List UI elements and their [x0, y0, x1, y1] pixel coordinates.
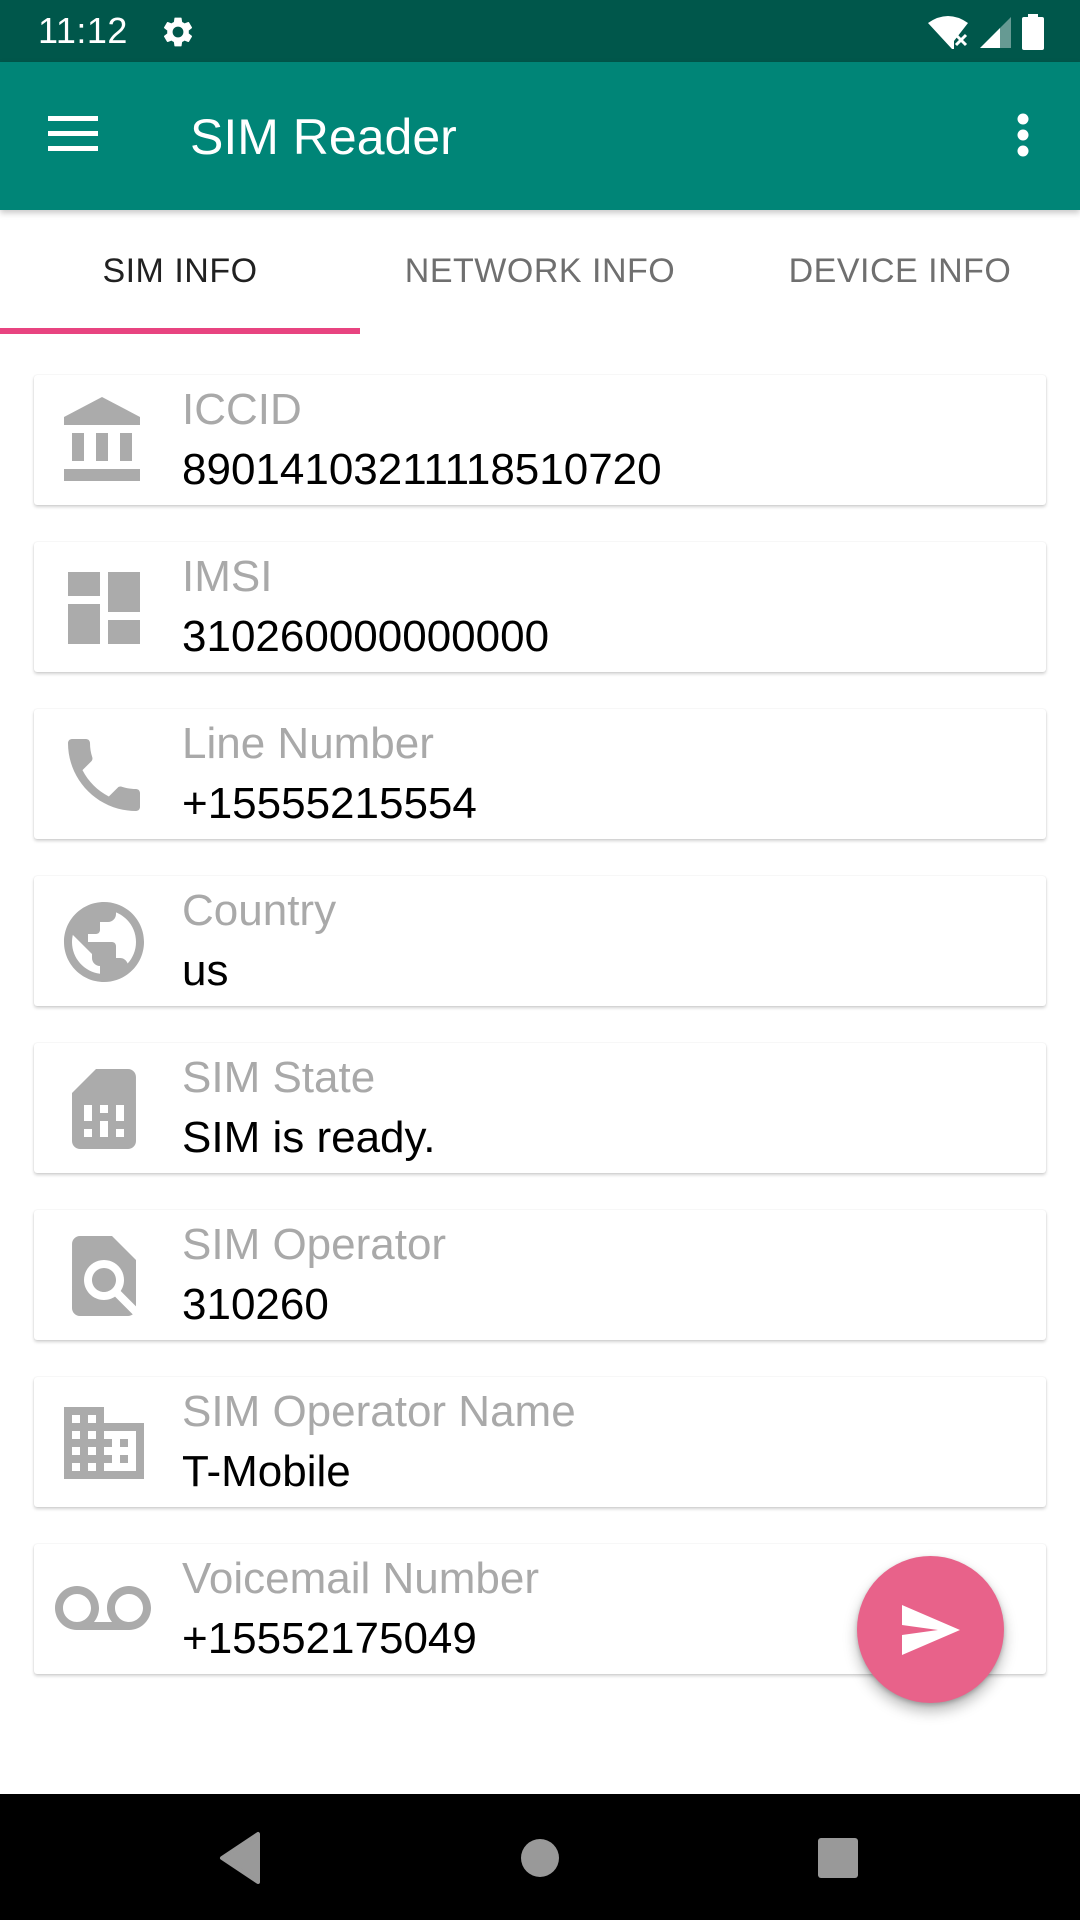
hamburger-menu-icon[interactable] — [48, 114, 98, 154]
card-label: Line Number — [182, 719, 434, 768]
card-value: +15552175049 — [182, 1614, 477, 1663]
back-nav-icon[interactable] — [210, 1830, 270, 1886]
more-vert-icon[interactable] — [1008, 112, 1038, 162]
card-value: 89014103211118510720 — [182, 445, 662, 494]
status-bar: 11:12 — [0, 0, 1080, 62]
send-icon — [901, 1604, 960, 1655]
app-bar: SIM Reader — [0, 62, 1080, 210]
recents-nav-icon[interactable] — [808, 1830, 868, 1886]
tab-network-info[interactable]: NETWORK INFO — [360, 210, 720, 334]
card-label: ICCID — [182, 385, 302, 434]
card-label: Country — [182, 886, 337, 935]
card-sim-state[interactable]: SIM State SIM is ready. — [34, 1043, 1046, 1173]
business-icon — [64, 1407, 144, 1479]
tab-device-info[interactable]: DEVICE INFO — [720, 210, 1080, 334]
app-title: SIM Reader — [190, 109, 457, 165]
battery-icon — [1022, 14, 1044, 50]
home-nav-icon[interactable] — [510, 1830, 570, 1886]
globe-icon — [64, 902, 144, 982]
card-label: SIM Operator Name — [182, 1387, 576, 1436]
system-nav-bar — [0, 1794, 1080, 1920]
status-time: 11:12 — [38, 10, 128, 51]
bank-icon — [64, 397, 140, 481]
cell-signal-icon — [980, 17, 1011, 48]
find-in-page-icon — [72, 1236, 136, 1316]
card-value: us — [182, 946, 229, 995]
voicemail-icon — [55, 1586, 151, 1630]
card-sim-operator[interactable]: SIM Operator 310260 — [34, 1210, 1046, 1340]
sim-card-icon — [72, 1069, 136, 1149]
card-label: SIM State — [182, 1053, 376, 1102]
card-label: Voicemail Number — [182, 1554, 540, 1603]
card-value: 310260 — [182, 1280, 329, 1329]
tab-sim-info[interactable]: SIM INFO — [0, 210, 360, 334]
phone-icon — [68, 739, 140, 811]
card-label: SIM Operator — [182, 1220, 447, 1269]
settings-gear-icon — [163, 17, 193, 47]
card-line-number[interactable]: Line Number +15555215554 — [34, 709, 1046, 839]
card-country[interactable]: Country us — [34, 876, 1046, 1006]
card-value: SIM is ready. — [182, 1113, 436, 1162]
card-iccid[interactable]: ICCID 89014103211118510720 — [34, 375, 1046, 505]
wifi-off-icon — [928, 16, 968, 49]
dashboard-icon — [68, 572, 140, 644]
status-icons — [928, 14, 1044, 50]
card-label: IMSI — [182, 552, 273, 601]
send-fab-button[interactable] — [857, 1556, 1004, 1703]
tab-bar: SIM INFO NETWORK INFO DEVICE INFO — [0, 210, 1080, 334]
card-value: 310260000000000 — [182, 612, 550, 661]
card-value: +15555215554 — [182, 779, 477, 828]
card-sim-operator-name[interactable]: SIM Operator Name T-Mobile — [34, 1377, 1046, 1507]
card-value: T-Mobile — [182, 1447, 351, 1496]
tab-indicator — [0, 328, 360, 334]
card-imsi[interactable]: IMSI 310260000000000 — [34, 542, 1046, 672]
